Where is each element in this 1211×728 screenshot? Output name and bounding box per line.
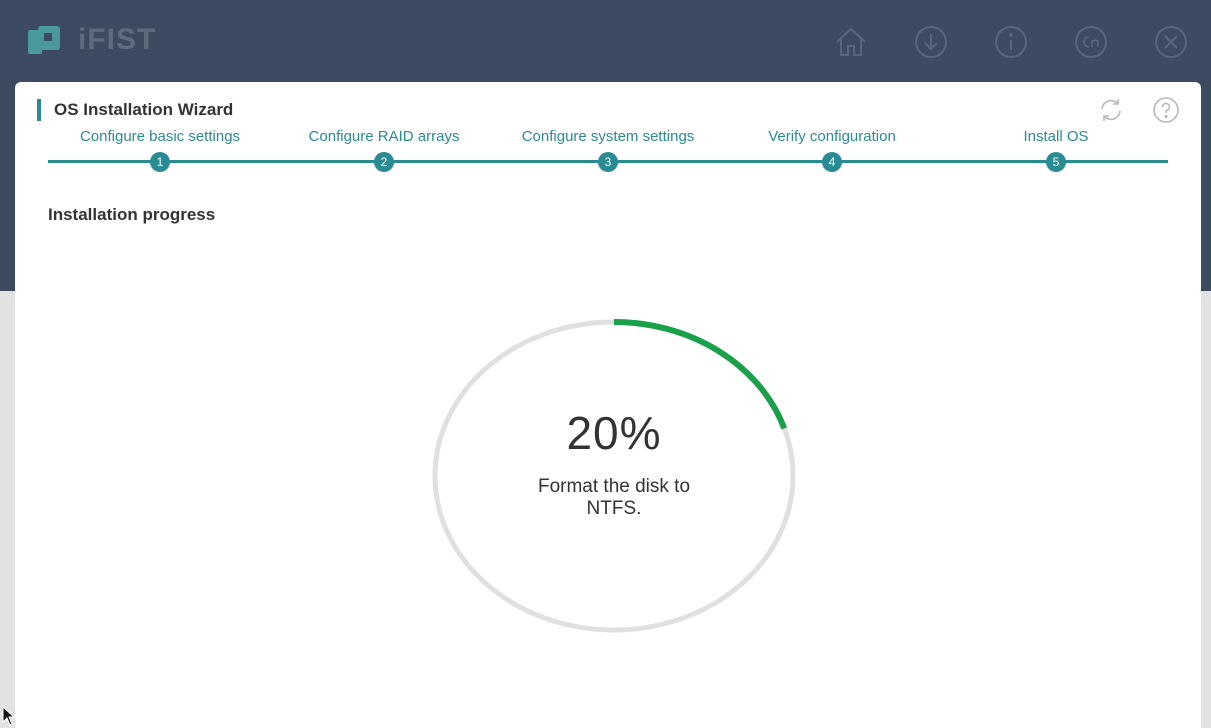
wizard-title: OS Installation Wizard [54, 100, 234, 119]
info-icon[interactable] [993, 24, 1029, 60]
refresh-icon[interactable] [1097, 96, 1125, 124]
logo: iFIST [26, 24, 156, 56]
step-number: 3 [598, 152, 618, 172]
close-icon[interactable] [1153, 24, 1189, 60]
step-number: 1 [150, 152, 170, 172]
step-label: Configure basic settings [79, 128, 241, 145]
home-icon[interactable] [833, 24, 869, 60]
mouse-cursor-icon [2, 706, 16, 726]
step-label: Verify configuration [768, 128, 896, 145]
section-title: Installation progress [48, 205, 216, 224]
step-label: Configure system settings [521, 128, 695, 145]
language-icon[interactable] [1073, 24, 1109, 60]
step-label: Configure RAID arrays [308, 128, 460, 145]
progress-status: Format the disk to NTFS. [537, 476, 691, 519]
wizard-stepper: Configure basic settings 1 Configure RAI… [48, 126, 1168, 172]
progress-ring: 20% Format the disk to NTFS. [432, 318, 796, 634]
step-label: Install OS [1023, 128, 1089, 145]
progress-percent: 20% [566, 407, 662, 459]
title-accent-bar [37, 99, 41, 121]
logo-text: iFIST [78, 23, 157, 56]
help-icon[interactable] [1152, 96, 1180, 124]
wizard-panel: OS Installation Wizard Configure basic s… [15, 82, 1201, 728]
logo-icon [28, 26, 60, 54]
step-number: 5 [1046, 152, 1066, 172]
download-icon[interactable] [913, 24, 949, 60]
step-number: 2 [374, 152, 394, 172]
step-number: 4 [822, 152, 842, 172]
